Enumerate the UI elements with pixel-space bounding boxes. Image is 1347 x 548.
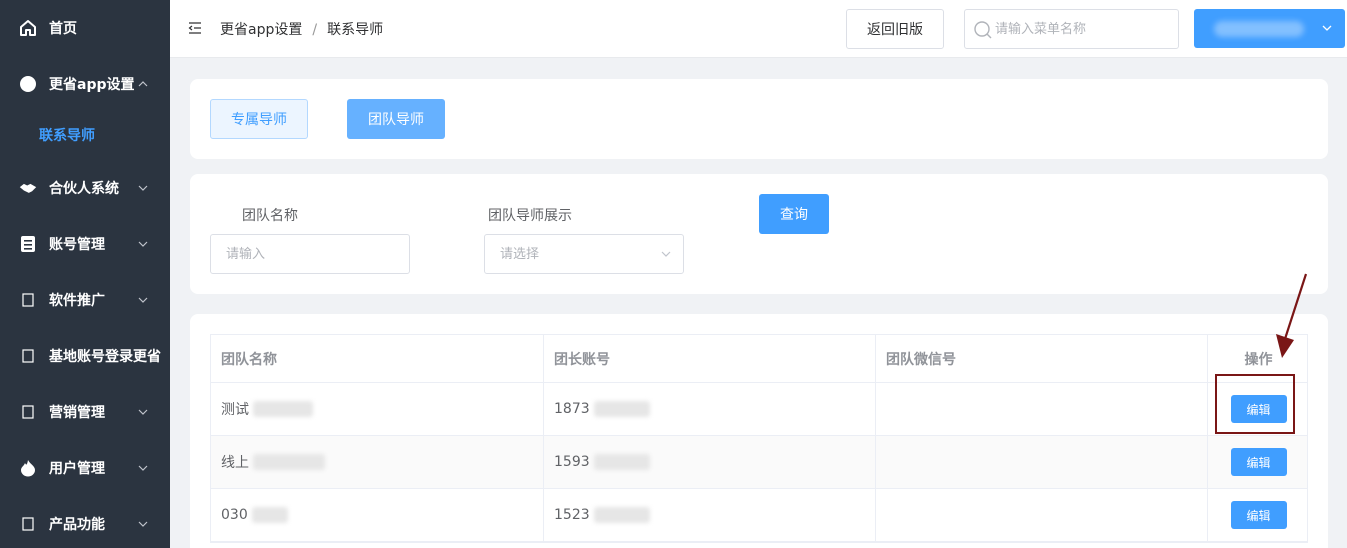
sidebar-item-label: 合伙人系统 xyxy=(49,181,119,197)
sidebar-item-marketing[interactable]: 营销管理 xyxy=(0,384,170,440)
cell-leader-account: 1523 xyxy=(544,489,876,541)
tabs-card: 专属导师 团队导师 xyxy=(190,79,1328,159)
search-icon xyxy=(974,21,992,39)
redacted-mask xyxy=(253,454,325,470)
cell-leader-account: 1873 xyxy=(544,383,876,435)
cell-actions: 编辑 xyxy=(1208,489,1309,541)
breadcrumb-separator: / xyxy=(312,22,318,38)
sidebar-item-account-management[interactable]: 账号管理 xyxy=(0,216,170,272)
annotation-highlight-box xyxy=(1215,374,1295,434)
cell-actions: 编辑 xyxy=(1208,436,1309,488)
breadcrumb: 更省app设置 / 联系导师 xyxy=(220,19,383,39)
cell-team-name: 线上 xyxy=(211,436,544,488)
chevron-down-icon xyxy=(138,297,148,303)
home-icon xyxy=(19,19,37,37)
redacted-mask xyxy=(251,507,288,523)
cell-team-wechat xyxy=(876,383,1208,435)
team-mentor-display-select[interactable] xyxy=(484,234,684,274)
cell-team-name: 030 xyxy=(211,489,544,541)
team-mentor-display-label: 团队导师展示 xyxy=(488,208,572,224)
return-old-version-button[interactable]: 返回旧版 xyxy=(846,9,944,49)
square-icon xyxy=(19,347,37,365)
chevron-down-icon xyxy=(138,521,148,527)
square-icon xyxy=(19,403,37,421)
filter-card: 团队名称 团队导师展示 查询 xyxy=(190,174,1328,294)
column-header-team-wechat: 团队微信号 xyxy=(876,335,1208,382)
sidebar-subitem-contact-mentor[interactable]: 联系导师 xyxy=(0,110,170,160)
sidebar-item-label: 基地账号登录更省 xyxy=(49,349,161,365)
chevron-down-icon xyxy=(138,409,148,415)
team-name-field[interactable] xyxy=(210,234,410,274)
team-name-text: 测试 xyxy=(221,402,249,418)
team-mentor-display-input[interactable] xyxy=(485,235,683,273)
cell-team-name: 测试 xyxy=(211,383,544,435)
cell-leader-account: 1593 xyxy=(544,436,876,488)
leader-account-text: 1523 xyxy=(554,507,590,523)
mentor-table: 团队名称 团长账号 团队微信号 操作 测试 1873 编辑 线上 1593 编辑… xyxy=(210,334,1308,543)
column-header-leader-account: 团长账号 xyxy=(544,335,876,382)
leader-account-text: 1873 xyxy=(554,401,590,417)
table-header-row: 团队名称 团长账号 团队微信号 操作 xyxy=(211,335,1307,383)
query-button[interactable]: 查询 xyxy=(759,194,829,234)
sidebar-subitem-label: 联系导师 xyxy=(39,128,95,144)
sidebar-item-label: 更省app设置 xyxy=(49,77,135,93)
team-name-input[interactable] xyxy=(211,235,409,273)
cell-team-wechat xyxy=(876,489,1208,541)
sidebar-item-label: 用户管理 xyxy=(49,461,105,477)
redacted-mask xyxy=(593,454,650,470)
chevron-down-icon xyxy=(1322,25,1332,31)
chevron-up-icon xyxy=(138,81,148,87)
column-header-team-name: 团队名称 xyxy=(211,335,544,382)
chevron-down-icon xyxy=(138,241,148,247)
chevron-down-icon xyxy=(138,185,148,191)
sidebar: 首页 更省app设置 联系导师 合伙人系统 账号管理 软件推广 基地账号登录更省… xyxy=(0,0,170,548)
breadcrumb-item-current: 联系导师 xyxy=(327,22,384,38)
username-redacted xyxy=(1214,21,1304,37)
annotation-arrow-icon xyxy=(1276,273,1308,358)
table-row: 030 1523 编辑 xyxy=(211,489,1307,542)
sidebar-item-software-promotion[interactable]: 软件推广 xyxy=(0,272,170,328)
sidebar-item-partner-system[interactable]: 合伙人系统 xyxy=(0,160,170,216)
sidebar-item-label: 产品功能 xyxy=(49,517,105,533)
sidebar-item-app-settings[interactable]: 更省app设置 xyxy=(0,56,170,112)
team-name-text: 030 xyxy=(221,507,248,523)
redacted-mask xyxy=(593,507,650,523)
top-header: 更省app设置 / 联系导师 返回旧版 xyxy=(170,0,1347,58)
sidebar-item-label: 营销管理 xyxy=(49,405,105,421)
document-icon xyxy=(19,235,37,253)
table-row: 测试 1873 编辑 xyxy=(211,383,1307,436)
menu-search-box[interactable] xyxy=(964,9,1179,49)
edit-button[interactable]: 编辑 xyxy=(1230,501,1287,529)
user-menu-button[interactable] xyxy=(1194,9,1345,48)
table-card: 团队名称 团长账号 团队微信号 操作 测试 1873 编辑 线上 1593 编辑… xyxy=(190,314,1328,548)
sidebar-item-label: 软件推广 xyxy=(49,293,105,309)
leader-account-text: 1593 xyxy=(554,454,590,470)
redacted-mask xyxy=(253,401,313,417)
team-name-text: 线上 xyxy=(221,455,249,471)
breadcrumb-item[interactable]: 更省app设置 xyxy=(220,22,302,38)
sidebar-item-base-account-login[interactable]: 基地账号登录更省 xyxy=(0,328,170,384)
tab-exclusive-mentor[interactable]: 专属导师 xyxy=(210,99,308,139)
sidebar-item-product-features[interactable]: 产品功能 xyxy=(0,496,170,548)
menu-search-input[interactable] xyxy=(995,10,1175,48)
flame-icon xyxy=(19,459,37,477)
sidebar-item-home[interactable]: 首页 xyxy=(0,0,170,56)
square-icon xyxy=(19,291,37,309)
sidebar-item-label: 账号管理 xyxy=(49,237,105,253)
square-icon xyxy=(19,515,37,533)
table-row: 线上 1593 编辑 xyxy=(211,436,1307,489)
redacted-mask xyxy=(593,401,650,417)
edit-button[interactable]: 编辑 xyxy=(1230,448,1287,476)
tab-team-mentor[interactable]: 团队导师 xyxy=(347,99,445,139)
chevron-down-icon xyxy=(138,465,148,471)
circle-icon xyxy=(19,75,37,93)
menu-fold-icon[interactable] xyxy=(188,22,202,34)
sidebar-item-user-management[interactable]: 用户管理 xyxy=(0,440,170,496)
chevron-down-icon xyxy=(661,251,671,257)
handshake-icon xyxy=(19,179,37,197)
cell-team-wechat xyxy=(876,436,1208,488)
team-name-label: 团队名称 xyxy=(242,208,298,224)
sidebar-item-label: 首页 xyxy=(49,21,77,37)
